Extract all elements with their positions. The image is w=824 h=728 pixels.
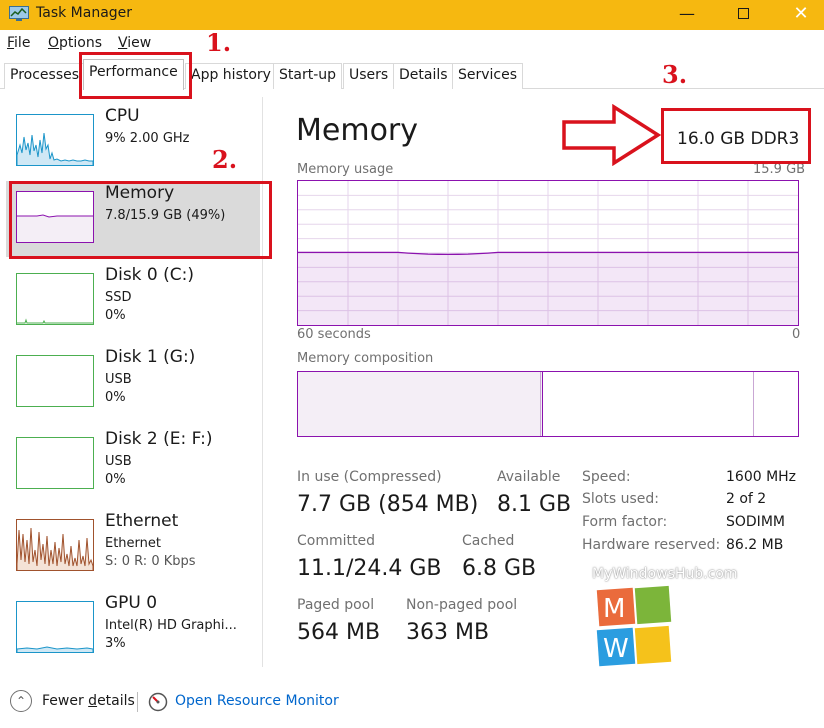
committed-label: Committed bbox=[297, 533, 375, 549]
footer: ⌃ Fewer details Open Resource Monitor bbox=[0, 686, 824, 718]
resource-name: Disk 2 (E: F:) bbox=[105, 429, 213, 449]
tab-startup[interactable]: Start-up bbox=[273, 63, 343, 89]
non-paged-pool-value: 363 MB bbox=[406, 620, 490, 645]
annotation-box-memory-item bbox=[9, 181, 272, 259]
available-label: Available bbox=[497, 469, 561, 485]
annotation-arrow-icon bbox=[562, 104, 662, 166]
time-axis-left: 60 seconds bbox=[297, 327, 371, 342]
disk-0-mini-graph bbox=[16, 273, 94, 325]
chevron-up-circle-icon[interactable]: ⌃ bbox=[10, 690, 32, 712]
annotation-number-1: 1. bbox=[206, 28, 232, 57]
watermark-letter-w: W bbox=[603, 634, 629, 664]
tab-services[interactable]: Services bbox=[452, 63, 524, 89]
watermark-text: MyWindowsHub.com bbox=[592, 566, 738, 582]
disk-2-mini-graph bbox=[16, 437, 94, 489]
tab-performance[interactable]: Performance bbox=[83, 59, 184, 90]
resource-detail: USB bbox=[105, 372, 132, 387]
resource-name: Ethernet bbox=[105, 511, 179, 531]
memory-usage-chart bbox=[298, 181, 798, 325]
ethernet-mini-graph bbox=[16, 519, 94, 571]
title-bar: Task Manager — ✕ bbox=[0, 0, 824, 30]
annotation-box-memory-spec bbox=[661, 108, 811, 164]
hardware-reserved-value: 86.2 MB bbox=[726, 537, 784, 553]
in-use-value: 7.7 GB (854 MB) bbox=[297, 492, 479, 517]
disk-1-mini-graph bbox=[16, 355, 94, 407]
resource-detail: SSD bbox=[105, 290, 132, 305]
memory-usage-area bbox=[298, 252, 798, 325]
in-use-label: In use (Compressed) bbox=[297, 469, 442, 485]
resource-name: Disk 0 (C:) bbox=[105, 265, 195, 285]
menu-view[interactable]: View bbox=[118, 35, 151, 51]
speed-label: Speed: bbox=[582, 469, 631, 485]
maximize-icon bbox=[737, 7, 749, 19]
resource-usage: 0% bbox=[105, 308, 126, 323]
resource-detail: USB bbox=[105, 454, 132, 469]
resource-name: Disk 1 (G:) bbox=[105, 347, 196, 367]
open-resource-monitor-link[interactable]: Open Resource Monitor bbox=[175, 693, 339, 709]
composition-standby-divider bbox=[753, 372, 754, 436]
footer-separator bbox=[137, 692, 138, 712]
composition-modified bbox=[540, 372, 541, 436]
resource-item-disk-2[interactable]: Disk 2 (E: F:) USB 0% bbox=[6, 427, 260, 503]
maximize-button[interactable] bbox=[720, 0, 766, 30]
resource-detail: Intel(R) HD Graphi... bbox=[105, 618, 237, 633]
resource-item-ethernet[interactable]: Ethernet Ethernet S: 0 R: 0 Kbps bbox=[6, 509, 260, 585]
available-value: 8.1 GB bbox=[497, 492, 572, 517]
window-title: Task Manager bbox=[36, 5, 133, 21]
time-axis-right: 0 bbox=[792, 327, 801, 342]
menu-options[interactable]: Options bbox=[48, 35, 102, 51]
resource-item-gpu-0[interactable]: GPU 0 Intel(R) HD Graphi... 3% bbox=[6, 591, 260, 667]
hardware-reserved-label: Hardware reserved: bbox=[582, 537, 721, 553]
paged-pool-label: Paged pool bbox=[297, 597, 375, 613]
detail-heading: Memory bbox=[296, 113, 419, 148]
resource-usage: S: 0 R: 0 Kbps bbox=[105, 554, 196, 569]
cached-value: 6.8 GB bbox=[462, 556, 537, 581]
form-factor-value: SODIMM bbox=[726, 514, 785, 530]
form-factor-label: Form factor: bbox=[582, 514, 668, 530]
resource-name: CPU bbox=[105, 106, 140, 126]
speed-value: 1600 MHz bbox=[726, 469, 797, 485]
annotation-number-2: 2. bbox=[212, 145, 238, 174]
composition-in-use bbox=[298, 372, 543, 436]
memory-composition-label: Memory composition bbox=[297, 351, 434, 366]
memory-usage-label: Memory usage bbox=[297, 162, 394, 177]
slots-used-label: Slots used: bbox=[582, 491, 659, 507]
fewer-details-link[interactable]: Fewer details bbox=[42, 693, 135, 709]
cached-label: Cached bbox=[462, 533, 515, 549]
resource-item-disk-0[interactable]: Disk 0 (C:) SSD 0% bbox=[6, 263, 260, 339]
slots-used-value: 2 of 2 bbox=[726, 491, 767, 507]
task-manager-icon bbox=[9, 6, 29, 21]
menu-file[interactable]: File bbox=[7, 35, 30, 51]
gpu-mini-graph bbox=[16, 601, 94, 653]
resource-detail: Ethernet bbox=[105, 536, 161, 551]
resource-item-disk-1[interactable]: Disk 1 (G:) USB 0% bbox=[6, 345, 260, 421]
minimize-button[interactable]: — bbox=[664, 0, 710, 30]
memory-usage-max: 15.9 GB bbox=[753, 162, 806, 177]
memory-composition-bar bbox=[297, 371, 799, 437]
watermark-logo-icon: M W bbox=[596, 585, 672, 667]
annotation-number-3: 3. bbox=[662, 60, 688, 89]
committed-value: 11.1/24.4 GB bbox=[297, 556, 442, 581]
cpu-mini-graph bbox=[16, 114, 94, 166]
tab-details[interactable]: Details bbox=[393, 63, 454, 89]
resource-detail: 9% 2.00 GHz bbox=[105, 131, 190, 146]
tab-app-history[interactable]: App history bbox=[185, 63, 277, 89]
non-paged-pool-label: Non-paged pool bbox=[406, 597, 518, 613]
resource-usage: 3% bbox=[105, 636, 126, 651]
watermark-letter-m: M bbox=[603, 594, 625, 624]
resource-usage: 0% bbox=[105, 390, 126, 405]
resource-monitor-icon[interactable] bbox=[148, 692, 168, 712]
resource-name: GPU 0 bbox=[105, 593, 158, 613]
paged-pool-value: 564 MB bbox=[297, 620, 381, 645]
tab-users[interactable]: Users bbox=[343, 63, 395, 89]
memory-usage-graph bbox=[297, 180, 799, 326]
tab-bar: Processes Performance App history Start-… bbox=[0, 59, 824, 90]
tab-processes[interactable]: Processes bbox=[4, 63, 86, 89]
resource-usage: 0% bbox=[105, 472, 126, 487]
close-button[interactable]: ✕ bbox=[778, 0, 824, 30]
